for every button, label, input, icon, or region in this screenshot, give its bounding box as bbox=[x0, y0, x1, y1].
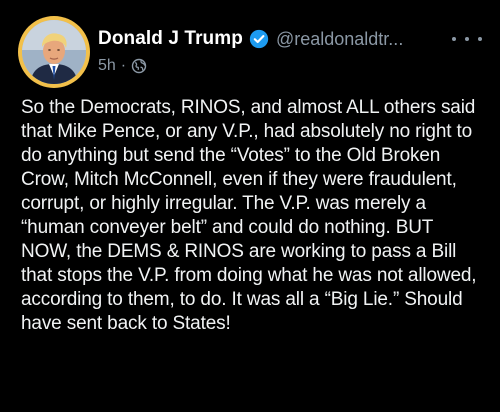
verified-badge-icon bbox=[249, 29, 269, 49]
dot bbox=[465, 37, 469, 41]
meta-separator: · bbox=[120, 57, 127, 74]
avatar[interactable] bbox=[18, 16, 90, 88]
globe-icon bbox=[131, 58, 147, 74]
dot bbox=[478, 37, 482, 41]
post-meta: 5h · bbox=[98, 56, 147, 76]
post-text: So the Democrats, RINOS, and almost ALL … bbox=[21, 97, 477, 334]
avatar-photo bbox=[22, 20, 86, 84]
post-timestamp[interactable]: 5h bbox=[98, 57, 116, 75]
post-header: Donald J Trump @realdonaldtr... bbox=[98, 26, 403, 52]
more-options-icon[interactable] bbox=[452, 28, 482, 50]
author-name[interactable]: Donald J Trump bbox=[98, 28, 243, 50]
post-card: Donald J Trump @realdonaldtr... 5h · So … bbox=[0, 0, 500, 412]
author-handle[interactable]: @realdonaldtr... bbox=[276, 29, 403, 50]
dot bbox=[452, 37, 456, 41]
